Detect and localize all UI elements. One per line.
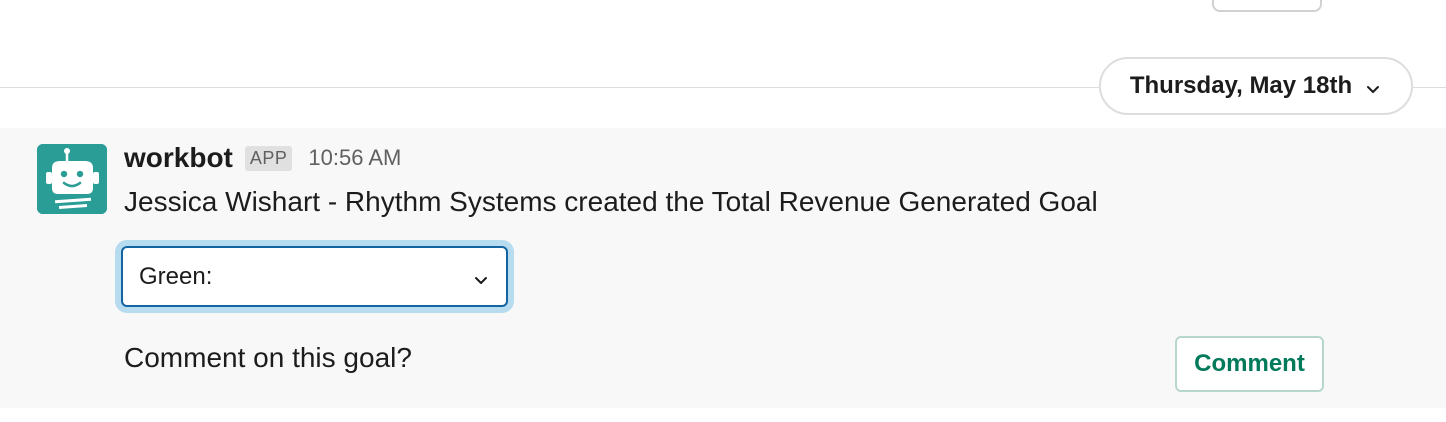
select-focus-ring: Green: bbox=[115, 240, 514, 313]
comment-button[interactable]: Comment bbox=[1175, 336, 1324, 392]
partial-button[interactable] bbox=[1212, 0, 1322, 12]
day-divider-button[interactable]: Thursday, May 18th bbox=[1099, 57, 1413, 115]
status-select[interactable]: Green: bbox=[121, 246, 508, 307]
app-badge: APP bbox=[244, 145, 293, 171]
chevron-down-icon bbox=[1364, 77, 1382, 95]
day-divider-label: Thursday, May 18th bbox=[1129, 72, 1353, 99]
sender-name[interactable]: workbot bbox=[124, 142, 233, 174]
message-text: Jessica Wishart - Rhythm Systems created… bbox=[124, 186, 1098, 217]
comment-prompt: Comment on this goal? bbox=[124, 342, 412, 373]
message: workbot APP 10:56 AM Jessica Wishart - R… bbox=[0, 128, 1446, 408]
select-value: Green: bbox=[139, 262, 213, 290]
chevron-down-icon bbox=[472, 268, 490, 286]
robot-icon[interactable] bbox=[37, 144, 107, 214]
message-header: workbot APP 10:56 AM bbox=[124, 142, 401, 174]
timestamp[interactable]: 10:56 AM bbox=[308, 145, 401, 171]
